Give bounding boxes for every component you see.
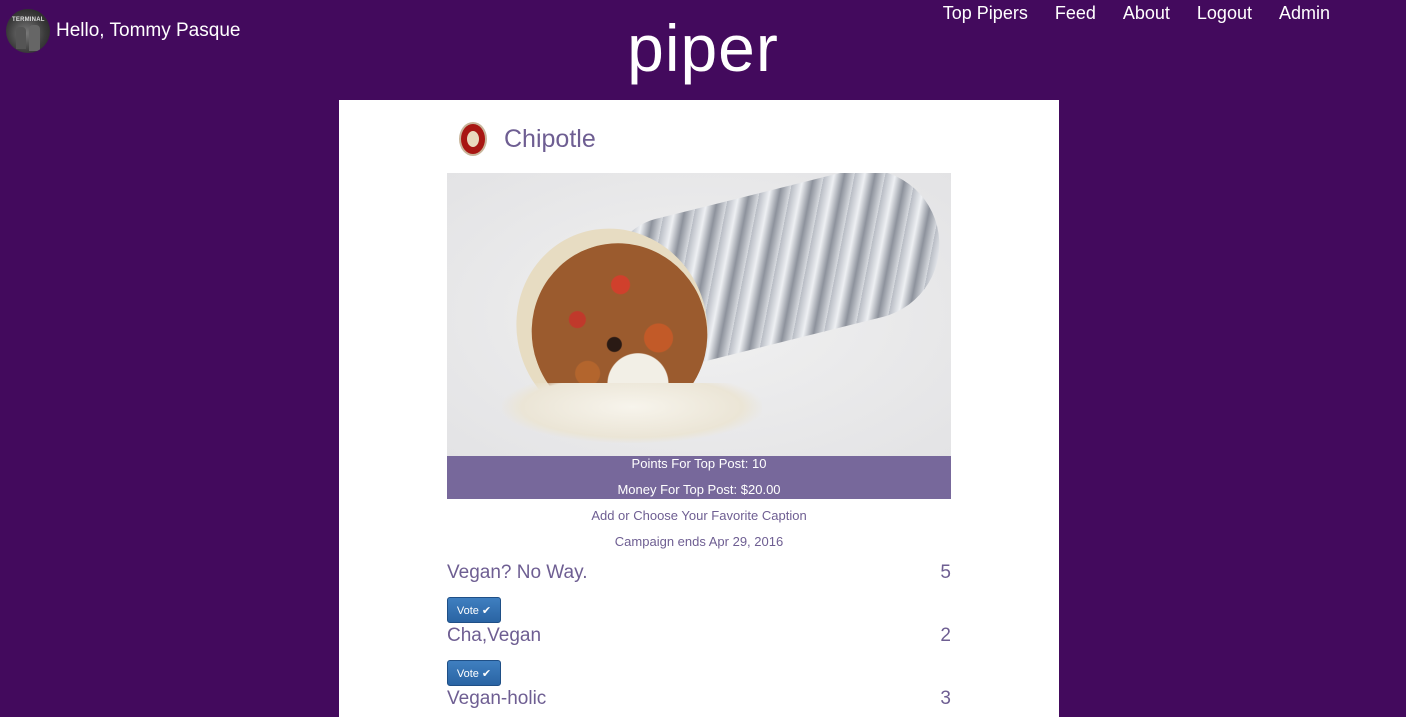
vote-button[interactable]: Vote ✔ (447, 597, 501, 623)
campaign-image (447, 173, 951, 456)
main-nav: Top Pipers Feed About Logout Admin (916, 2, 1330, 24)
burrito-rice (502, 383, 762, 443)
reward-bar: Points For Top Post: 10 Money For Top Po… (447, 456, 951, 499)
money-label: Money For Top Post: $20.00 (617, 482, 781, 497)
caption-prompt[interactable]: Add or Choose Your Favorite Caption (339, 508, 1059, 523)
nav-logout[interactable]: Logout (1197, 2, 1252, 24)
caption-text: Cha,Vegan (447, 625, 542, 646)
vote-count: 5 (940, 562, 951, 583)
caption-text: Vegan-holic (447, 688, 547, 709)
vote-count: 2 (940, 625, 951, 646)
vote-button[interactable]: Vote ✔ (447, 660, 501, 686)
campaign-end-date: Campaign ends Apr 29, 2016 (614, 534, 784, 549)
nav-admin[interactable]: Admin (1279, 2, 1330, 24)
caption-row: Cha,Vegan 2 (447, 625, 951, 647)
campaign-card: Chipotle Points For Top Post: 10 Money F… (339, 100, 1059, 717)
caption-row: Vegan? No Way. 5 (447, 562, 951, 584)
caption-row: Vegan-holic 3 (447, 688, 951, 710)
header: TERMINAL Hello, Tommy Pasque piper Top P… (0, 0, 1406, 100)
nav-about[interactable]: About (1123, 2, 1170, 24)
caption-list: Vegan? No Way. 5 Vote ✔ Cha,Vegan 2 Vote… (447, 562, 951, 710)
vote-row: Vote ✔ (447, 647, 951, 688)
brand-name: Chipotle (504, 124, 596, 153)
vote-row: Vote ✔ (447, 584, 951, 625)
nav-feed[interactable]: Feed (1055, 2, 1096, 24)
points-label: Points For Top Post: 10 (631, 456, 767, 471)
caption-text: Vegan? No Way. (447, 562, 588, 583)
chipotle-logo-icon (459, 122, 487, 156)
nav-top-pipers[interactable]: Top Pipers (943, 2, 1028, 24)
brand-header: Chipotle (459, 122, 596, 156)
vote-count: 3 (940, 688, 951, 709)
